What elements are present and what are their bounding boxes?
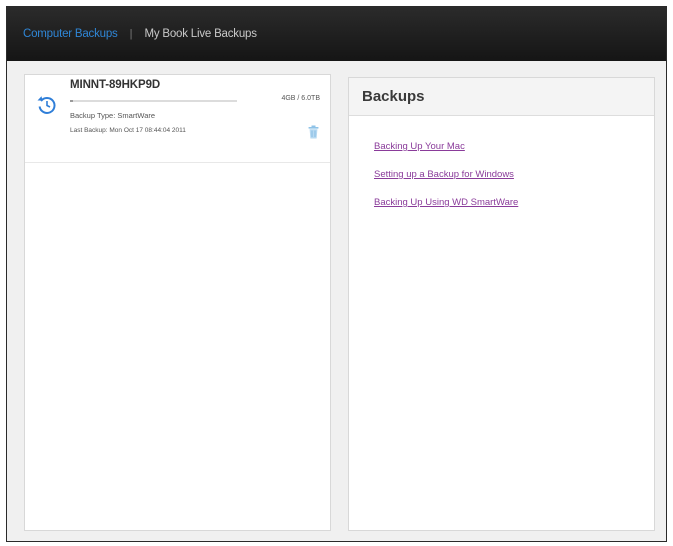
- storage-size: 4GB / 6.0TB: [281, 95, 320, 102]
- device-name: MINNT-89HKP9D: [70, 79, 161, 91]
- history-icon: [37, 96, 56, 114]
- tab-computer-backups[interactable]: Computer Backups: [23, 28, 118, 40]
- help-panel-header: Backups: [349, 78, 654, 116]
- app-window: Computer Backups | My Book Live Backups …: [6, 6, 667, 542]
- help-links: Backing Up Your Mac Setting up a Backup …: [374, 141, 518, 225]
- help-panel: Backups Backing Up Your Mac Setting up a…: [348, 77, 655, 531]
- help-panel-title: Backups: [362, 88, 425, 105]
- backup-list-item[interactable]: MINNT-89HKP9D 4GB / 6.0TB Backup Type: S…: [25, 75, 330, 163]
- storage-progress-fill: [70, 100, 74, 102]
- top-navigation-bar: Computer Backups | My Book Live Backups: [7, 7, 666, 61]
- trash-icon[interactable]: [308, 125, 319, 139]
- tab-separator: |: [129, 28, 133, 40]
- link-setting-up-backup-windows[interactable]: Setting up a Backup for Windows: [374, 169, 518, 180]
- storage-progress-bar: [70, 100, 237, 102]
- tab-my-book-live-backups[interactable]: My Book Live Backups: [144, 28, 257, 40]
- link-backing-up-your-mac[interactable]: Backing Up Your Mac: [374, 141, 518, 152]
- backup-type: Backup Type: SmartWare: [70, 111, 156, 120]
- backup-list-panel: MINNT-89HKP9D 4GB / 6.0TB Backup Type: S…: [24, 74, 331, 531]
- last-backup-time: Last Backup: Mon Oct 17 08:44:04 2011: [70, 127, 186, 134]
- link-backing-up-wd-smartware[interactable]: Backing Up Using WD SmartWare: [374, 197, 518, 208]
